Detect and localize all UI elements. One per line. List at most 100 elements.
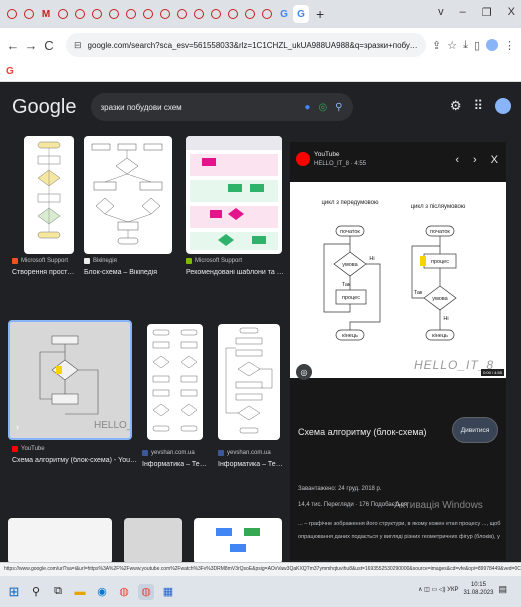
edge-icon[interactable]: ◉ bbox=[94, 584, 110, 600]
result-thumbnail[interactable] bbox=[24, 136, 74, 254]
tab[interactable] bbox=[208, 5, 224, 23]
result-thumbnail[interactable] bbox=[186, 136, 282, 254]
tab[interactable] bbox=[259, 5, 275, 23]
tab[interactable] bbox=[242, 5, 258, 23]
tab[interactable] bbox=[4, 5, 20, 23]
menu-icon[interactable]: ⋮ bbox=[504, 39, 515, 52]
clock-time: 10:15 bbox=[470, 582, 486, 588]
next-icon[interactable]: › bbox=[473, 154, 477, 166]
result-caption[interactable]: Інформатика – Теорія... bbox=[218, 461, 284, 468]
lens-icon[interactable]: ◎ bbox=[318, 102, 327, 113]
tab[interactable] bbox=[174, 5, 190, 23]
tab[interactable] bbox=[225, 5, 241, 23]
google-bookmark-icon[interactable]: G bbox=[6, 66, 14, 77]
microphone-icon[interactable]: ● bbox=[304, 102, 310, 113]
youtube-icon bbox=[296, 152, 310, 166]
right-process-label: процес bbox=[431, 259, 449, 265]
back-button[interactable]: ← bbox=[6, 38, 20, 53]
source-favicon-icon bbox=[186, 258, 192, 264]
source-favicon-icon bbox=[12, 258, 18, 264]
address-bar[interactable]: ⊟ google.com/search?sca_esv=561558033&rl… bbox=[66, 33, 426, 57]
tab-google[interactable]: G bbox=[276, 5, 292, 23]
tab[interactable] bbox=[72, 5, 88, 23]
new-tab-button[interactable]: + bbox=[316, 6, 324, 22]
apps-grid-icon[interactable]: ⠿ bbox=[473, 98, 483, 114]
settings-icon[interactable]: ⚙ bbox=[450, 98, 462, 114]
close-window-button[interactable]: X bbox=[508, 6, 515, 19]
result-thumbnail[interactable] bbox=[8, 518, 112, 564]
site-info-icon[interactable]: ⊟ bbox=[74, 40, 82, 51]
left-start-label: початок bbox=[340, 229, 360, 235]
profile-avatar[interactable] bbox=[486, 39, 498, 51]
tab-gmail[interactable]: M bbox=[38, 5, 54, 23]
previous-icon[interactable]: ‹ bbox=[455, 154, 459, 166]
tab-active[interactable]: G bbox=[293, 5, 309, 23]
file-explorer-icon[interactable]: ▬ bbox=[72, 584, 88, 600]
tab[interactable] bbox=[191, 5, 207, 23]
visit-button[interactable]: Дивитися bbox=[452, 417, 498, 443]
tab[interactable] bbox=[55, 5, 71, 23]
tab-search-button[interactable]: v bbox=[438, 6, 444, 19]
result-thumbnail[interactable] bbox=[124, 518, 182, 564]
tab[interactable] bbox=[89, 5, 105, 23]
result-thumbnail[interactable] bbox=[218, 324, 280, 440]
maximize-button[interactable]: ❐ bbox=[482, 6, 492, 19]
minimize-button[interactable]: – bbox=[460, 6, 466, 19]
forward-button[interactable]: → bbox=[24, 38, 38, 53]
result-caption[interactable]: Інформатика – Теорія... bbox=[142, 461, 208, 468]
result-caption[interactable]: Схема алгоритму (блок-схема) - YouTube bbox=[12, 457, 138, 464]
account-avatar[interactable] bbox=[495, 98, 511, 114]
right-diagram-title: цикл з післяумовою bbox=[411, 204, 466, 210]
preview-image[interactable]: цикл з передумовою цикл з післяумовою по… bbox=[290, 182, 506, 378]
windows-start-icon[interactable]: ⊞ bbox=[6, 584, 22, 600]
tab-favicon-icon bbox=[228, 9, 238, 19]
tab[interactable] bbox=[21, 5, 37, 23]
result-caption[interactable]: Блок-схема – Вікіпедія bbox=[84, 269, 174, 276]
search-icon[interactable]: ⚲ bbox=[28, 584, 44, 600]
download-icon[interactable]: ⤓ bbox=[463, 39, 468, 52]
result-thumbnail[interactable] bbox=[84, 136, 172, 254]
visual-search-icon[interactable]: ◎ bbox=[296, 364, 312, 380]
upload-date: Завантажено: 24 груд. 2018 р. bbox=[298, 486, 382, 492]
share-icon[interactable]: ⇪ bbox=[432, 39, 441, 52]
result-caption[interactable]: Створення простої бл... bbox=[12, 269, 78, 276]
result-caption[interactable]: Рекомендовані шаблони та схеми V... bbox=[186, 269, 284, 276]
reload-button[interactable]: C bbox=[42, 38, 56, 53]
chrome-active-icon[interactable]: ◍ bbox=[138, 583, 154, 600]
tab[interactable] bbox=[157, 5, 173, 23]
tab-favicon-icon bbox=[58, 9, 68, 19]
tab-favicon-icon bbox=[211, 9, 221, 19]
result-thumbnail[interactable] bbox=[194, 518, 282, 564]
result-thumbnail-selected[interactable]: HELLO_IT_8 › bbox=[8, 320, 132, 440]
expand-arrow-icon[interactable]: › bbox=[16, 422, 19, 432]
taskbar: ⊞ ⚲ ⧉ ▬ ◉ ◍ ◍ ▦ ∧ ◫ ▭ ◁) УКР 10:15 31.08… bbox=[0, 576, 521, 607]
channel-name[interactable]: YouTube bbox=[314, 151, 340, 158]
search-input[interactable] bbox=[100, 102, 305, 112]
tab[interactable] bbox=[123, 5, 139, 23]
search-box[interactable]: ● ◎ ⚲ bbox=[90, 93, 353, 121]
chrome-icon[interactable]: ◍ bbox=[116, 584, 132, 600]
preview-panel: YouTube HELLO_IT_8 · 4:55 ‹ › X цикл з п… bbox=[290, 142, 506, 560]
preview-title[interactable]: Схема алгоритму (блок-схема) bbox=[298, 427, 427, 437]
close-icon[interactable]: X bbox=[491, 154, 498, 166]
task-view-icon[interactable]: ⧉ bbox=[50, 584, 66, 600]
search-icon[interactable]: ⚲ bbox=[335, 102, 342, 113]
tab[interactable] bbox=[106, 5, 122, 23]
google-header: Google ● ◎ ⚲ ⚙ ⠿ bbox=[0, 82, 521, 132]
word-icon[interactable]: ▦ bbox=[160, 584, 176, 600]
bookmark-star-icon[interactable]: ☆ bbox=[447, 39, 457, 52]
status-url: https://www.google.com/url?sa=i&url=http… bbox=[0, 562, 521, 576]
google-logo[interactable]: Google bbox=[12, 96, 77, 119]
clock[interactable]: 10:15 31.08.2023 bbox=[463, 581, 493, 597]
bookmarks-bar: G bbox=[0, 62, 521, 82]
tab-favicon-icon bbox=[160, 9, 170, 19]
tab[interactable] bbox=[140, 5, 156, 23]
result-thumbnail[interactable] bbox=[147, 324, 203, 440]
preview-header: YouTube HELLO_IT_8 · 4:55 ‹ › X bbox=[290, 142, 506, 180]
right-condition-label: умова bbox=[432, 296, 448, 302]
source-favicon-icon bbox=[142, 450, 148, 456]
notifications-icon[interactable]: ▤ bbox=[498, 584, 507, 595]
url-text: google.com/search?sca_esv=561558033&rlz=… bbox=[87, 40, 418, 50]
tray-icons[interactable]: ∧ ◫ ▭ ◁) УКР bbox=[418, 586, 458, 593]
sidepanel-icon[interactable]: ▯ bbox=[474, 39, 480, 52]
